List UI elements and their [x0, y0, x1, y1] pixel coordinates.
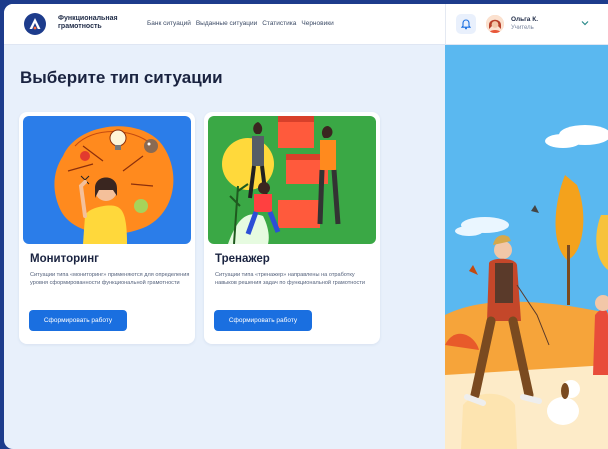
nav-item-statistics[interactable]: Статистика [262, 20, 296, 27]
card-description: Ситуации типа «тренажер» направлены на о… [215, 272, 365, 286]
top-header: Функциональная грамотность Банк ситуаций… [4, 4, 608, 45]
nav-item-situation-bank[interactable]: Банк ситуаций [147, 20, 191, 27]
user-role: Учитель [511, 25, 534, 31]
avatar[interactable] [486, 15, 504, 33]
card-description: Ситуации типа «мониторинг» применяются д… [30, 272, 190, 286]
brand-name[interactable]: Функциональная грамотность [58, 15, 138, 31]
monitoring-illustration [23, 116, 191, 244]
autumn-park-illustration [445, 45, 608, 449]
situation-card-monitoring[interactable]: Мониторинг Ситуации типа «мониторинг» пр… [19, 112, 195, 344]
create-work-button[interactable]: Сформировать работу [214, 310, 312, 331]
card-title: Мониторинг [30, 253, 99, 265]
header-divider [445, 4, 446, 44]
brand-line-1: Функциональная [58, 15, 118, 22]
trainer-illustration [208, 116, 376, 244]
logo-icon[interactable] [24, 13, 46, 35]
page-title: Выберите тип ситуации [20, 68, 223, 87]
nav-item-issued-situations[interactable]: Выданные ситуации [196, 20, 257, 27]
card-title: Тренажер [215, 253, 270, 265]
nav-item-drafts[interactable]: Черновики [301, 20, 333, 27]
situation-card-trainer[interactable]: Тренажер Ситуации типа «тренажер» направ… [204, 112, 380, 344]
create-work-button[interactable]: Сформировать работу [29, 310, 127, 331]
app-frame: Функциональная грамотность Банк ситуаций… [4, 4, 608, 449]
user-name[interactable]: Ольга К. [511, 16, 538, 23]
bell-icon [461, 18, 471, 29]
chevron-down-icon[interactable] [581, 20, 589, 26]
brand-line-2: грамотность [58, 23, 102, 30]
main-nav: Банк ситуаций Выданные ситуации Статисти… [147, 20, 334, 27]
notifications-button[interactable] [456, 14, 476, 34]
